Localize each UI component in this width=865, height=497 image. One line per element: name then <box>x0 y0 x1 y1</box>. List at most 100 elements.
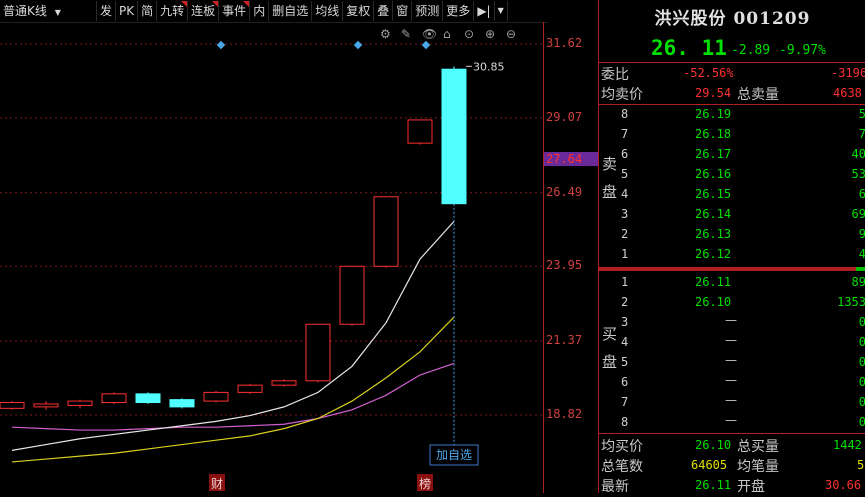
toolbar-button[interactable]: PK <box>116 1 139 21</box>
candle-body <box>237 384 263 393</box>
toolbar-button[interactable]: 删自选 <box>269 1 313 21</box>
order-book-row[interactable]: 1 26.11 89 <box>599 273 865 293</box>
order-book-lvl: 5 <box>621 167 629 181</box>
toolbar-button-label: 均线 <box>315 4 340 18</box>
order-book-px: 26.11 <box>695 275 732 289</box>
order-book-vol: 1353 <box>837 295 865 309</box>
order-book-lvl: 4 <box>621 187 629 201</box>
order-book-row[interactable]: 7 26.18 7 <box>599 125 865 145</box>
avg-buy-label: 均买价 <box>601 439 643 455</box>
weicha-value: -3196 <box>831 66 865 80</box>
candle-body <box>169 399 195 408</box>
toolbar-button-label: 更多 <box>446 4 471 18</box>
toolbar-button[interactable]: 简 <box>138 1 158 21</box>
total-buy-value: 1442 <box>833 438 862 452</box>
latest-label: 最新 <box>601 479 629 495</box>
avg-trade-label: 均笔量 <box>737 459 779 475</box>
candle-body <box>33 403 59 408</box>
target-icon[interactable]: ⊙ <box>464 27 474 41</box>
toolbar-button-label: PK <box>119 4 135 18</box>
open-label: 开盘 <box>737 479 765 495</box>
toolbar-button[interactable]: 九转 <box>157 1 189 21</box>
book-divider <box>599 267 865 271</box>
order-book-lvl: 1 <box>621 247 629 261</box>
toolbar-button[interactable]: 叠 <box>374 1 394 21</box>
event-diamond-icon <box>216 40 226 50</box>
order-book-row[interactable]: 1 26.12 4 <box>599 245 865 265</box>
order-book-row[interactable]: 3 26.14 69 <box>599 205 865 225</box>
order-book-lvl: 8 <box>621 107 629 121</box>
toolbar-button[interactable]: 事件 <box>219 1 251 21</box>
divider <box>599 62 865 63</box>
avg-sell-value: 29.54 <box>695 86 732 100</box>
total-buy-label: 总买量 <box>737 439 779 455</box>
bag-icon[interactable]: ⌂ <box>443 27 451 41</box>
toolbar-button[interactable]: 复权 <box>343 1 375 21</box>
new-flag-icon <box>212 1 219 7</box>
order-book-vol: 0 <box>858 335 865 349</box>
candle-body <box>407 119 433 144</box>
order-book-vol: 40 <box>851 147 865 161</box>
quote-panel: 洪兴股份 001209 26. 11 -2.89 -9.97% 委比 -52.5… <box>598 0 865 495</box>
avg-sell-label: 均卖价 <box>601 87 643 103</box>
order-book-row[interactable]: 5 — 0 <box>599 353 865 373</box>
toolbar-button[interactable]: 发 <box>97 1 117 21</box>
order-book-vol: 4 <box>858 247 865 261</box>
candle-body <box>0 402 25 409</box>
order-book-vol: 5 <box>858 107 865 121</box>
order-book-row[interactable]: 8 26.19 5 <box>599 105 865 125</box>
order-book-row[interactable]: 6 — 0 <box>599 373 865 393</box>
order-book-lvl: 8 <box>621 415 629 429</box>
order-book-row[interactable]: 3 — 0 <box>599 313 865 333</box>
order-book-row[interactable]: 2 26.10 1353 <box>599 293 865 313</box>
zoom-out-icon[interactable]: ⊖ <box>506 27 516 41</box>
toolbar-button-label: 发 <box>100 4 113 18</box>
zoom-in-icon[interactable]: ⊕ <box>485 27 495 41</box>
ma-line-yellow <box>11 316 455 463</box>
chevron-down-icon[interactable]: ▼ <box>495 1 508 21</box>
order-book-row[interactable]: 4 26.15 6 <box>599 185 865 205</box>
stock-title: 洪兴股份 001209 <box>654 9 811 29</box>
order-book-row[interactable]: 2 26.13 9 <box>599 225 865 245</box>
axis-tick-label: 29.07 <box>546 109 583 124</box>
current-price-marker: 27.64 <box>544 152 598 167</box>
toolbar-button[interactable]: 均线 <box>312 1 344 21</box>
new-flag-icon <box>243 1 250 7</box>
order-book-px: 26.17 <box>695 147 732 161</box>
axis-tick-label: 18.82 <box>546 407 583 421</box>
new-flag-icon <box>181 1 188 7</box>
toolbar-button[interactable]: 连板 <box>188 1 220 21</box>
order-book-lvl: 7 <box>621 395 629 409</box>
order-book-row[interactable]: 5 26.16 53 <box>599 165 865 185</box>
toolbar-button-label: 内 <box>253 4 266 18</box>
price-axis: 31.62 29.07 26.49 23.95 21.37 18.82 27.64 <box>543 22 598 493</box>
order-book-px: — <box>725 393 737 407</box>
order-book-row[interactable]: 6 26.17 40 <box>599 145 865 165</box>
axis-tick-label: 23.95 <box>546 258 583 273</box>
kline-chart[interactable]: ⚙ ✎ 👁 ⌂ ⊙ ⊕ ⊖ 30.85 加自选财 榜 <box>0 22 543 493</box>
toolbar-button[interactable]: 窗 <box>393 1 413 21</box>
candle-body <box>339 265 365 325</box>
toolbar-button[interactable]: 预测 <box>412 1 444 21</box>
toolbar-button[interactable]: 内 <box>250 1 270 21</box>
pen-icon[interactable]: ✎ <box>401 27 411 41</box>
price-change-pct: -9.97% <box>779 43 826 58</box>
book-divider-fill <box>856 267 865 271</box>
ma-line-pink <box>11 362 455 431</box>
chevron-down-icon: ▼ <box>54 8 61 17</box>
order-book-row[interactable]: 8 — 0 <box>599 413 865 433</box>
expand-panel-icon[interactable]: ▶| <box>474 1 495 21</box>
toolbar-button[interactable]: 更多 <box>443 1 475 21</box>
order-book-row[interactable]: 4 — 0 <box>599 333 865 353</box>
order-book-row[interactable]: 7 — 0 <box>599 393 865 413</box>
period-select[interactable]: 普通K线 ▼ <box>0 1 97 21</box>
order-book-vol: 0 <box>858 415 865 429</box>
settings-icon[interactable]: ⚙ <box>380 27 391 41</box>
eye-icon[interactable]: 👁 <box>422 27 437 41</box>
axis-tick-label: 21.37 <box>546 333 583 348</box>
avg-trade-value: 5 <box>857 458 865 472</box>
candle-body <box>67 400 93 406</box>
candle-body <box>203 391 229 402</box>
order-book-px: 26.16 <box>695 167 732 181</box>
candle-body <box>373 196 399 267</box>
